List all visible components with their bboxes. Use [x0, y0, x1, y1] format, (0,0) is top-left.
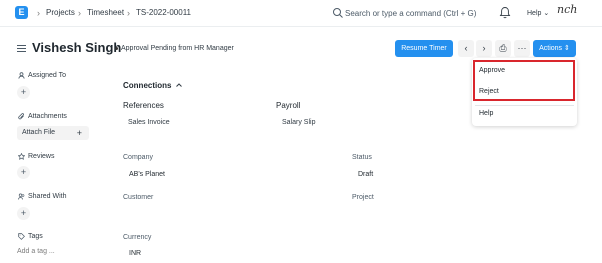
- customer-label: Customer: [123, 194, 154, 201]
- assigned-to-label: Assigned To: [28, 72, 67, 79]
- print-button[interactable]: ⎙: [495, 40, 511, 57]
- top-navbar: E › Projects › Timesheet › TS-2022-00011…: [0, 0, 602, 27]
- previous-document-button[interactable]: ‹: [458, 40, 474, 57]
- references-heading: References: [123, 101, 164, 110]
- breadcrumb-timesheet[interactable]: Timesheet: [87, 7, 124, 19]
- add-tag-input[interactable]: Add a tag ...: [17, 247, 55, 257]
- connections-heading[interactable]: Connections: [123, 80, 171, 91]
- status-label: Status: [352, 154, 372, 161]
- chevron-up-icon[interactable]: [175, 81, 183, 89]
- attach-file-button[interactable]: Attach File +: [17, 126, 89, 140]
- menu-item-reject[interactable]: Reject: [479, 87, 499, 97]
- avatar[interactable]: nch: [557, 3, 579, 23]
- reviews-label: Reviews: [28, 153, 55, 160]
- sales-invoice-link[interactable]: Sales Invoice: [128, 118, 170, 128]
- breadcrumb-projects[interactable]: Projects: [46, 7, 75, 19]
- resume-timer-button[interactable]: Resume Timer: [395, 40, 453, 57]
- chevron-right-icon: ›: [127, 8, 130, 18]
- search-icon: [333, 8, 343, 18]
- menu-item-help[interactable]: Help: [479, 109, 493, 119]
- status-indicator: Approval Pending from HR Manager: [115, 44, 234, 54]
- help-dropdown[interactable]: Help ⌄: [527, 8, 549, 19]
- paperclip-icon: [18, 113, 24, 120]
- breadcrumb-document[interactable]: TS-2022-00011: [136, 7, 191, 19]
- more-options-button[interactable]: ···: [514, 40, 530, 57]
- users-icon: [18, 193, 25, 200]
- search-input[interactable]: Search or type a command (Ctrl + G): [345, 8, 476, 19]
- app-logo[interactable]: E: [15, 6, 28, 19]
- bell-icon[interactable]: [499, 6, 511, 19]
- currency-label: Currency: [123, 234, 152, 241]
- actions-button[interactable]: Actions ⇕: [533, 40, 576, 57]
- plus-icon: +: [76, 128, 82, 138]
- status-dot-icon: [115, 46, 118, 50]
- chevron-right-icon: ›: [37, 8, 40, 18]
- payroll-heading: Payroll: [276, 101, 301, 110]
- menu-divider: [475, 105, 574, 106]
- status-value: Draft: [358, 171, 374, 178]
- chevron-down-icon: ⌄: [543, 10, 550, 17]
- page-title: Vishesh Singh: [32, 40, 122, 55]
- menu-item-approve[interactable]: Approve: [479, 66, 505, 76]
- actions-dropdown-menu: Approve Reject Help: [472, 58, 577, 126]
- currency-value: INR: [129, 250, 142, 257]
- add-share-button[interactable]: +: [17, 207, 30, 220]
- chevron-right-icon: ›: [78, 8, 81, 18]
- shared-with-label: Shared With: [28, 193, 67, 200]
- company-value: AB's Planet: [129, 171, 165, 178]
- status-text: Approval Pending from HR Manager: [121, 45, 234, 52]
- project-label: Project: [352, 194, 374, 201]
- salary-slip-link[interactable]: Salary Slip: [282, 118, 315, 128]
- user-icon: [18, 72, 25, 79]
- tag-icon: [18, 233, 25, 240]
- actions-label: Actions: [539, 45, 563, 52]
- add-assignee-button[interactable]: +: [17, 86, 30, 99]
- help-label: Help: [527, 10, 542, 17]
- sidebar-toggle-icon[interactable]: [17, 45, 26, 52]
- star-icon: [18, 153, 25, 160]
- tags-label: Tags: [28, 233, 43, 240]
- chevron-updown-icon: ⇕: [564, 45, 570, 52]
- add-review-button[interactable]: +: [17, 166, 30, 179]
- company-label: Company: [123, 154, 153, 161]
- attachments-label: Attachments: [28, 113, 67, 120]
- next-document-button[interactable]: ›: [476, 40, 492, 57]
- attach-file-label: Attach File: [22, 129, 56, 136]
